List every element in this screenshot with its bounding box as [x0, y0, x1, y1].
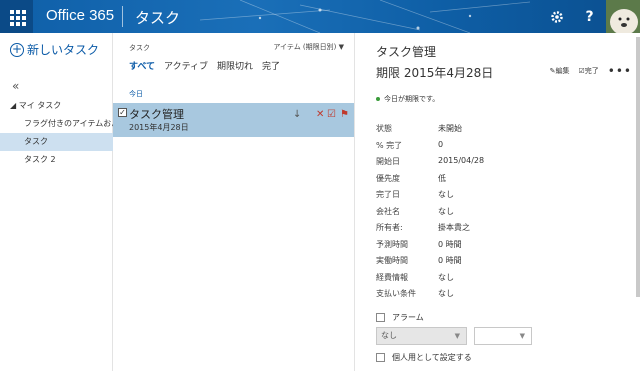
property-row: 優先度低 [376, 173, 446, 183]
due-notice: 今日が期限です。 [376, 94, 439, 104]
collapse-pane-button[interactable]: « [12, 79, 19, 93]
gear-icon[interactable] [540, 0, 573, 33]
folder-my-tasks[interactable]: ◢ マイ タスク [0, 97, 113, 115]
chevron-down-icon: ▼ [519, 332, 525, 340]
chevron-down-icon: ▼ [454, 332, 460, 340]
app-title: タスク [135, 9, 181, 27]
private-label: 個人用として設定する [392, 353, 472, 362]
detail-due-date: 期限 2015年4月28日 [376, 66, 494, 80]
property-row: 所有者: 掛本貴之 [376, 223, 470, 232]
folder-tasks[interactable]: タスク [0, 133, 113, 151]
folder-tasks-2[interactable]: タスク 2 [0, 151, 113, 169]
property-row: 実働時間 0 時間 [376, 256, 462, 265]
alarm-option[interactable]: アラーム [376, 312, 424, 323]
property-row: 会社名 なし [376, 206, 454, 216]
task-date: 2015年4月28日 [129, 123, 189, 132]
edit-button[interactable]: ✎編集 [550, 66, 570, 76]
property-row: 開始日 2015/04/28 [376, 156, 485, 166]
task-title: タスク管理 [129, 108, 184, 121]
top-navigation-bar: Office 365 タスク ? [0, 0, 640, 33]
app-launcher-button[interactable] [0, 0, 33, 33]
divider [122, 6, 123, 27]
property-row: 経費情報 なし [376, 272, 454, 282]
filter-active[interactable]: アクティブ [164, 59, 208, 72]
property-row: 状態 未開始 [376, 124, 462, 133]
property-row: 予測時間 0 時間 [376, 239, 462, 249]
filter-overdue[interactable]: 期限切れ [217, 59, 253, 72]
task-properties: 状態 未開始 % 完了 0 開始日 2015/04/28 優先度低 完了日 なし 会社名… [376, 123, 484, 305]
folder-tree: ◢ マイ タスク フラグ付きのアイテムおよびタスク タスク タスク 2 [0, 97, 113, 169]
private-checkbox[interactable] [376, 353, 385, 362]
private-option[interactable]: 個人用として設定する [376, 352, 472, 363]
task-list-item[interactable]: ✓ タスク管理 2015年4月28日 ↓ ✕ ☑ ⚑ [113, 103, 354, 137]
reading-pane: タスク管理 期限 2015年4月28日 ✎編集 ☑完了 ••• 今日が期限です。… [356, 33, 640, 371]
new-task-button[interactable]: + 新しいタスク [10, 41, 99, 58]
arrow-down-icon[interactable]: ↓ [293, 109, 301, 120]
detail-actions: ✎編集 ☑完了 ••• [550, 65, 632, 77]
help-button[interactable]: ? [573, 0, 606, 33]
alarm-label: アラーム [392, 313, 424, 322]
flag-icon[interactable]: ⚑ [340, 109, 349, 120]
task-checkbox[interactable]: ✓ [118, 108, 127, 117]
complete-icon[interactable]: ☑ [327, 109, 336, 120]
task-list-pane: タスク アイテム (期限日別) ▼ すべて アクティブ 期限切れ 完了 今日 ✓… [113, 33, 355, 371]
more-options-button[interactable]: ••• [608, 65, 632, 77]
delete-icon[interactable]: ✕ [316, 109, 324, 120]
status-dot-icon [376, 97, 380, 101]
new-task-label: 新しいタスク [27, 43, 100, 57]
sort-dropdown[interactable]: アイテム (期限日別) ▼ [273, 42, 344, 52]
avatar[interactable] [606, 0, 640, 33]
scrollbar[interactable] [636, 37, 640, 297]
list-title: タスク [129, 44, 150, 52]
filter-done[interactable]: 完了 [262, 59, 280, 72]
brand-title[interactable]: Office 365 [46, 7, 114, 24]
alarm-checkbox[interactable] [376, 313, 385, 322]
property-row: 支払い条件 なし [376, 289, 454, 298]
property-row: 完了日 なし [376, 190, 454, 199]
property-row: % 完了 0 [376, 139, 444, 150]
complete-button[interactable]: ☑完了 [578, 66, 598, 76]
group-header-today: 今日 [129, 90, 143, 98]
filter-tabs: すべて アクティブ 期限切れ 完了 [129, 59, 280, 72]
plus-icon: + [10, 41, 24, 57]
alarm-time-select[interactable]: ▼ [474, 327, 532, 345]
alarm-date-select[interactable]: なし ▼ [376, 327, 467, 345]
detail-title: タスク管理 [376, 45, 437, 59]
folder-pane: + 新しいタスク « ◢ マイ タスク フラグ付きのアイテムおよびタスク タスク… [0, 33, 113, 371]
filter-all[interactable]: すべて [129, 59, 155, 72]
folder-flagged[interactable]: フラグ付きのアイテムおよびタスク [0, 115, 113, 133]
